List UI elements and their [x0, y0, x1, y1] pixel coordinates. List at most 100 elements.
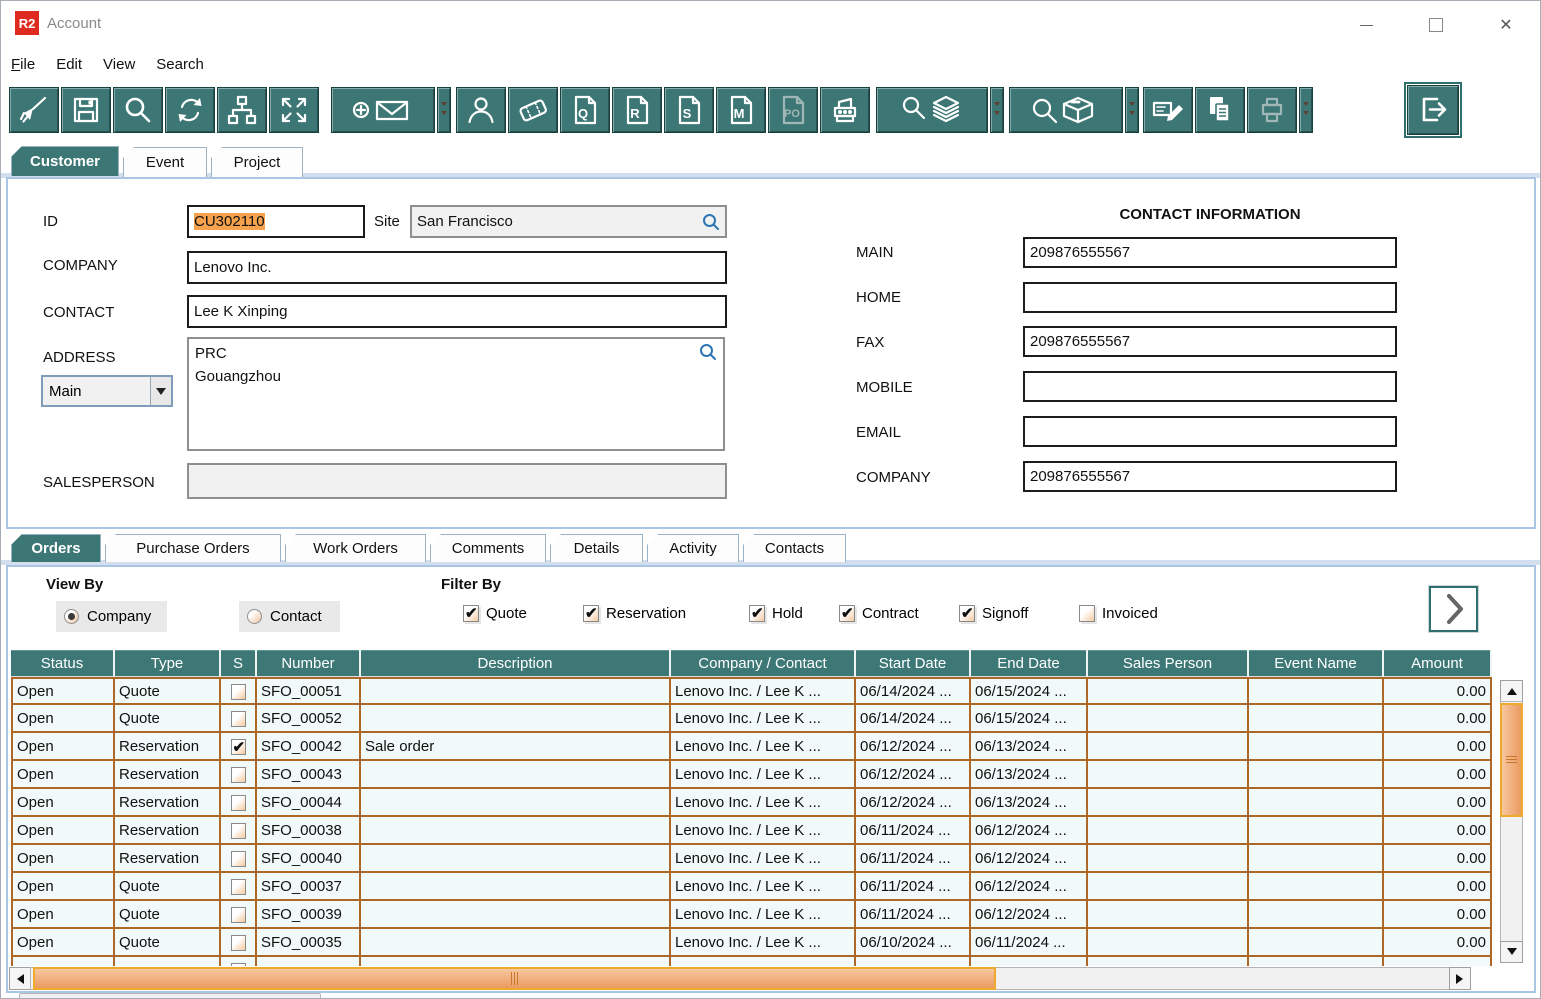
search-button[interactable] [113, 87, 163, 133]
cell-number[interactable]: SFO_00042 [257, 733, 361, 761]
cell-description[interactable] [361, 817, 671, 845]
cell-event-name[interactable] [1249, 817, 1384, 845]
cell-description[interactable] [361, 677, 671, 705]
col-event-name[interactable]: Event Name [1249, 650, 1384, 677]
tab-orders[interactable]: Orders [11, 534, 101, 562]
company-field[interactable]: Lenovo Inc. [187, 251, 727, 284]
cell-s[interactable] [221, 901, 257, 929]
table-row[interactable]: OpenReservationSFO_00043Lenovo Inc. / Le… [11, 761, 1492, 789]
cell-type[interactable]: Reservation [115, 761, 221, 789]
maximize-button[interactable] [1417, 13, 1455, 37]
cell-company-contact[interactable]: Lenovo Inc. / Lee K ... [671, 677, 856, 705]
register-button[interactable] [820, 87, 870, 133]
col-end-date[interactable]: End Date [971, 650, 1088, 677]
search-item-button[interactable] [1009, 87, 1123, 133]
cell-number[interactable] [257, 957, 361, 966]
cell-end-date[interactable]: 06/12/2024 ... [971, 873, 1088, 901]
cell-event-name[interactable] [1249, 761, 1384, 789]
cell-status[interactable]: Open [11, 677, 115, 705]
cell-type[interactable]: Quote [115, 705, 221, 733]
cell-sales-person[interactable] [1088, 705, 1249, 733]
cell-amount[interactable]: 0.00 [1384, 733, 1492, 761]
cell-description[interactable]: Sale order [361, 733, 671, 761]
cell-description[interactable] [361, 845, 671, 873]
filter-signoff-checkbox[interactable]: Signoff [959, 605, 1028, 622]
refresh-button[interactable] [165, 87, 215, 133]
menu-view[interactable]: View [103, 56, 135, 73]
cell-type[interactable]: Quote [115, 901, 221, 929]
cell-company-contact[interactable]: Lenovo Inc. / Lee K ... [671, 733, 856, 761]
cell-s[interactable] [221, 817, 257, 845]
cell-sales-person[interactable] [1088, 901, 1249, 929]
cell-number[interactable]: SFO_00039 [257, 901, 361, 929]
cell-amount[interactable]: 0.00 [1384, 705, 1492, 733]
cell-type[interactable] [115, 957, 221, 966]
cell-type[interactable]: Reservation [115, 733, 221, 761]
cell-number[interactable]: SFO_00035 [257, 929, 361, 957]
menu-edit[interactable]: Edit [56, 56, 82, 73]
table-row[interactable]: OpenReservationSFO_00038Lenovo Inc. / Le… [11, 817, 1492, 845]
row-checkbox-icon[interactable] [231, 711, 246, 727]
tab-activity[interactable]: Activity [647, 534, 739, 562]
contact-person-button[interactable] [456, 87, 506, 133]
table-row[interactable]: OpenQuoteSFO_00037Lenovo Inc. / Lee K ..… [11, 873, 1492, 901]
cell-event-name[interactable] [1249, 733, 1384, 761]
cell-sales-person[interactable] [1088, 817, 1249, 845]
new-mail-dropdown[interactable] [437, 87, 451, 133]
menu-search[interactable]: Search [156, 56, 204, 73]
cell-type[interactable]: Reservation [115, 789, 221, 817]
cell-end-date[interactable]: 06/13/2024 ... [971, 733, 1088, 761]
cell-s[interactable] [221, 677, 257, 705]
cell-sales-person[interactable] [1088, 789, 1249, 817]
clear-button[interactable] [9, 87, 59, 133]
po-document-button[interactable]: PO [768, 87, 818, 133]
col-type[interactable]: Type [115, 650, 221, 677]
search-stock-dropdown[interactable] [990, 87, 1004, 133]
cell-event-name[interactable] [1249, 873, 1384, 901]
row-checkbox-icon[interactable] [231, 879, 246, 895]
cell-status[interactable]: Open [11, 845, 115, 873]
cell-description[interactable] [361, 873, 671, 901]
cell-end-date[interactable]: 06/11/2024 ... [971, 929, 1088, 957]
cell-s[interactable] [221, 789, 257, 817]
site-field[interactable]: San Francisco [410, 205, 727, 238]
cell-s[interactable] [221, 733, 257, 761]
cell-event-name[interactable] [1249, 705, 1384, 733]
row-checkbox-icon[interactable] [231, 935, 246, 951]
cell-end-date[interactable]: 06/12/2024 ... [971, 901, 1088, 929]
cell-start-date[interactable]: 06/12/2024 ... [856, 789, 971, 817]
main-phone-field[interactable]: 209876555567 [1023, 237, 1397, 268]
close-button[interactable]: ✕ [1487, 13, 1525, 37]
cell-status[interactable]: Open [11, 761, 115, 789]
cell-status[interactable]: Open [11, 733, 115, 761]
contact-field[interactable]: Lee K Xinping [187, 295, 727, 328]
cell-end-date[interactable]: 06/15/2024 ... [971, 677, 1088, 705]
scroll-down-button[interactable] [1500, 941, 1523, 963]
row-checkbox-icon[interactable] [231, 684, 246, 700]
cell-start-date[interactable] [856, 957, 971, 966]
cell-number[interactable]: SFO_00040 [257, 845, 361, 873]
cell-end-date[interactable]: 06/13/2024 ... [971, 789, 1088, 817]
cell-description[interactable] [361, 929, 671, 957]
filter-hold-checkbox[interactable]: Hold [749, 605, 803, 622]
col-description[interactable]: Description [361, 650, 671, 677]
fax-field[interactable]: 209876555567 [1023, 326, 1397, 357]
expand-button[interactable] [269, 87, 319, 133]
cell-description[interactable] [361, 901, 671, 929]
cell-sales-person[interactable] [1088, 957, 1249, 966]
cell-event-name[interactable] [1249, 929, 1384, 957]
cell-company-contact[interactable]: Lenovo Inc. / Lee K ... [671, 817, 856, 845]
col-start-date[interactable]: Start Date [856, 650, 971, 677]
col-number[interactable]: Number [257, 650, 361, 677]
cell-type[interactable]: Quote [115, 873, 221, 901]
filter-invoiced-checkbox[interactable]: Invoiced [1079, 605, 1158, 622]
cell-amount[interactable] [1384, 957, 1492, 966]
col-s[interactable]: S [221, 650, 257, 677]
filter-quote-checkbox[interactable]: Quote [463, 605, 527, 622]
tab-customer[interactable]: Customer [11, 146, 119, 176]
address-type-dropdown[interactable]: Main [41, 375, 173, 407]
cell-company-contact[interactable] [671, 957, 856, 966]
filter-reservation-checkbox[interactable]: Reservation [583, 605, 686, 622]
edit-signature-button[interactable] [1143, 87, 1193, 133]
view-by-contact-radio[interactable]: Contact [239, 601, 340, 632]
